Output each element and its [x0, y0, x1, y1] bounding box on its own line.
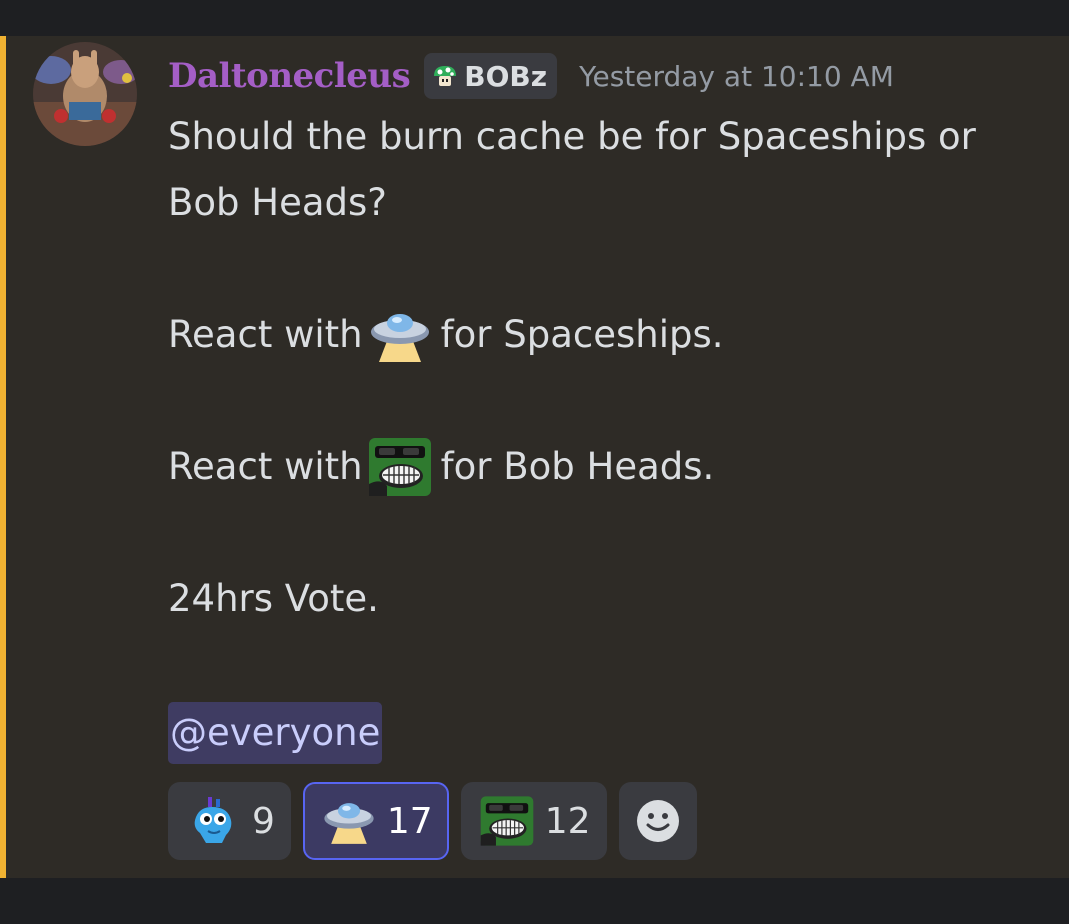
reaction-count: 17: [386, 800, 433, 842]
message-line: Should the burn cache be for Spaceships …: [168, 104, 1058, 170]
message-header: Daltonecleus BOBz Yesterday at 10:10 AM: [168, 50, 894, 102]
message-text: 24hrs Vote.: [168, 577, 379, 620]
reaction-count: 9: [252, 800, 275, 842]
message-text: for Spaceships.: [440, 313, 724, 356]
everyone-mention[interactable]: @everyone: [168, 702, 383, 764]
smiley-icon: [636, 800, 679, 842]
username[interactable]: Daltonecleus: [168, 56, 411, 96]
reaction-blue-alien[interactable]: 9: [168, 782, 291, 860]
message-line: 24hrs Vote.: [168, 566, 1058, 632]
role-tag[interactable]: BOBz: [424, 53, 558, 99]
green-sunglasses-face-emoji[interactable]: [367, 434, 433, 500]
role-name: BOBz: [464, 59, 548, 93]
reaction-count: 12: [544, 800, 591, 842]
mention-highlight-bar: [0, 36, 6, 878]
ufo-emoji[interactable]: [367, 302, 433, 368]
bottom-strip: [0, 878, 1069, 924]
ufo-emoji: [324, 803, 374, 844]
message-text: React with: [168, 445, 363, 488]
message-content: Should the burn cache be for Spaceships …: [168, 104, 1058, 764]
reactions-bar: 9 17 12: [168, 782, 697, 860]
chat-message: Daltonecleus BOBz Yesterday at 10:10 AM …: [0, 36, 1069, 878]
message-line: Bob Heads?: [168, 170, 1058, 236]
message-line: @everyone: [168, 698, 1058, 764]
green-sunglasses-face-emoji: [480, 796, 534, 846]
message-text: for Bob Heads.: [440, 445, 715, 488]
reaction-green-sunglasses-face[interactable]: 12: [460, 782, 607, 860]
message-line: React with for Spaceships.: [168, 302, 1058, 368]
reaction-ufo[interactable]: 17: [302, 782, 449, 860]
top-strip: [0, 0, 1069, 36]
message-line: React with for Bob Heads.: [168, 434, 1058, 500]
message-text: Should the burn cache be for Spaceships …: [168, 115, 976, 158]
avatar[interactable]: [33, 42, 137, 146]
blue-alien-emoji: [194, 797, 232, 843]
message-text: Bob Heads?: [168, 181, 387, 224]
add-reaction-button[interactable]: [618, 782, 697, 860]
timestamp[interactable]: Yesterday at 10:10 AM: [579, 60, 894, 93]
green-mushroom-icon: [434, 66, 457, 86]
message-text: React with: [168, 313, 363, 356]
